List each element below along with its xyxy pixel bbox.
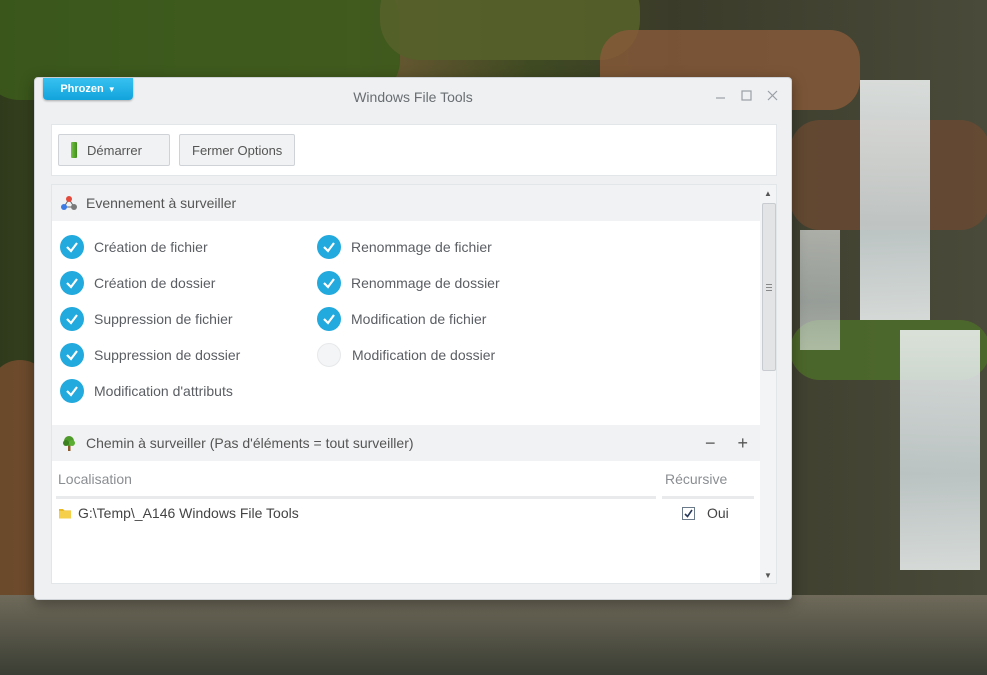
checked-icon[interactable] xyxy=(317,235,341,259)
minimize-button[interactable] xyxy=(713,88,727,102)
scroll-up-arrow[interactable]: ▲ xyxy=(760,185,776,201)
tree-icon xyxy=(60,434,78,452)
close-icon xyxy=(767,90,777,100)
checked-icon[interactable] xyxy=(60,379,84,403)
vertical-scrollbar[interactable]: ▲ ▼ xyxy=(760,185,776,583)
events-section-header: Evennement à surveiller xyxy=(52,185,760,221)
event-attribute-modification[interactable]: Modification d'attributs xyxy=(60,379,233,403)
checked-icon[interactable] xyxy=(60,307,84,331)
folder-icon xyxy=(59,509,71,519)
scroll-thumb[interactable] xyxy=(762,203,776,371)
events-icon xyxy=(60,194,78,212)
checked-icon[interactable] xyxy=(60,343,84,367)
column-divider xyxy=(662,496,754,499)
recursive-value: Oui xyxy=(707,505,729,521)
checkbox-checked-icon[interactable] xyxy=(682,506,695,520)
path-value: G:\Temp\_A146 Windows File Tools xyxy=(78,505,299,521)
event-file-rename[interactable]: Renommage de fichier xyxy=(317,235,492,259)
event-file-deletion[interactable]: Suppression de fichier xyxy=(60,307,233,331)
event-label: Renommage de fichier xyxy=(351,239,492,255)
scroll-down-arrow[interactable]: ▼ xyxy=(760,567,776,583)
event-label: Création de dossier xyxy=(94,275,216,291)
start-button[interactable]: Démarrer xyxy=(58,134,170,166)
column-header-recursive[interactable]: Récursive xyxy=(665,471,727,487)
paths-section-header: Chemin à surveiller (Pas d'éléments = to… xyxy=(52,425,760,461)
checked-icon[interactable] xyxy=(60,235,84,259)
event-label: Renommage de dossier xyxy=(351,275,500,291)
event-file-modification[interactable]: Modification de fichier xyxy=(317,307,486,331)
event-folder-rename[interactable]: Renommage de dossier xyxy=(317,271,500,295)
close-options-label: Fermer Options xyxy=(192,142,283,158)
column-header-location[interactable]: Localisation xyxy=(58,471,132,487)
options-panel: Evennement à surveiller Création de fich… xyxy=(51,184,777,584)
maximize-icon xyxy=(740,89,752,101)
maximize-button[interactable] xyxy=(739,88,753,102)
recursive-cell[interactable]: Oui xyxy=(682,505,729,521)
event-label: Modification de dossier xyxy=(352,347,496,363)
table-row[interactable]: G:\Temp\_A146 Windows File Tools xyxy=(58,505,299,521)
checked-icon[interactable] xyxy=(317,307,341,331)
add-path-button[interactable]: + xyxy=(737,433,748,454)
event-folder-creation[interactable]: Création de dossier xyxy=(60,271,215,295)
unchecked-icon[interactable] xyxy=(317,343,341,367)
start-button-label: Démarrer xyxy=(87,142,142,158)
close-button[interactable] xyxy=(765,88,779,102)
window-title: Windows File Tools xyxy=(353,89,473,105)
event-file-creation[interactable]: Création de fichier xyxy=(60,235,208,259)
event-label: Suppression de fichier xyxy=(94,311,233,327)
event-folder-deletion[interactable]: Suppression de dossier xyxy=(60,343,240,367)
app-window: Phrozen ▼ Windows File Tools Démarrer Fe… xyxy=(34,77,792,600)
checked-icon[interactable] xyxy=(60,271,84,295)
remove-path-button[interactable]: − xyxy=(705,433,716,454)
event-label: Suppression de dossier xyxy=(94,347,241,363)
grip-icon xyxy=(766,283,772,291)
event-label: Création de fichier xyxy=(94,239,208,255)
checked-icon[interactable] xyxy=(317,271,341,295)
column-divider xyxy=(56,496,656,499)
events-section-title: Evennement à surveiller xyxy=(86,195,237,211)
toolbar: Démarrer Fermer Options xyxy=(51,124,777,176)
title-bar: Phrozen ▼ Windows File Tools xyxy=(35,78,791,116)
event-label: Modification de fichier xyxy=(351,311,487,327)
close-options-button[interactable]: Fermer Options xyxy=(179,134,296,166)
event-folder-modification[interactable]: Modification de dossier xyxy=(317,343,495,367)
paths-section-title: Chemin à surveiller (Pas d'éléments = to… xyxy=(86,435,414,451)
start-icon xyxy=(71,142,77,158)
minimize-icon xyxy=(715,96,725,99)
event-label: Modification d'attributs xyxy=(94,383,233,399)
